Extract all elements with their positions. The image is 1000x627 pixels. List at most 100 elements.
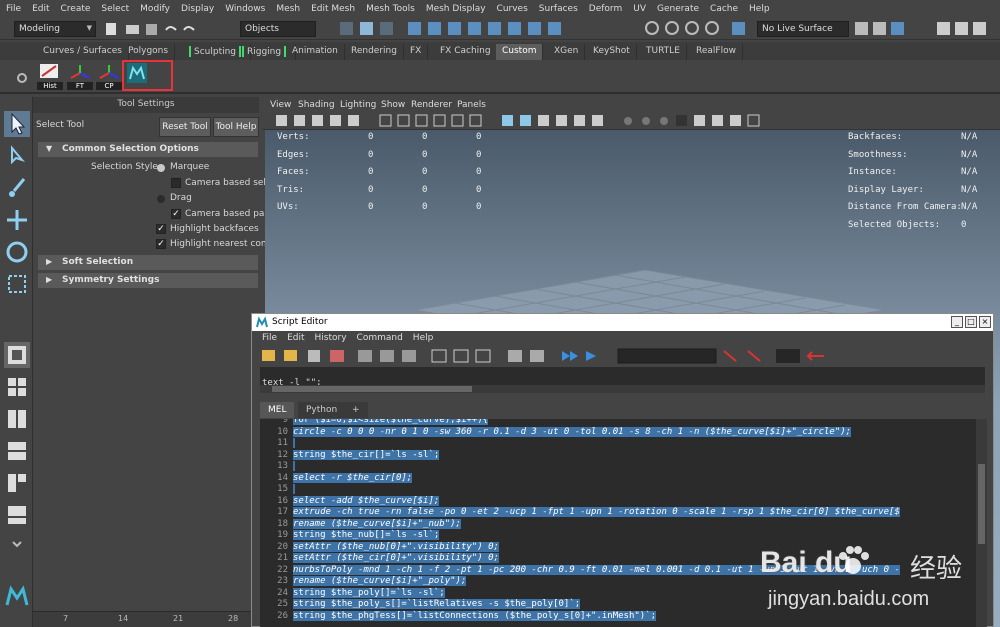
viewport-menu-view[interactable]: View <box>270 100 291 110</box>
script-editor-titlebar[interactable]: Script Editor _ □ × <box>252 314 993 331</box>
depth-of-field-icon[interactable] <box>676 115 687 126</box>
selection-mask-selector[interactable]: Objects <box>240 21 316 37</box>
camera-based-pai-checkbox[interactable]: ✓ <box>171 209 181 219</box>
lock-camera-icon[interactable] <box>294 115 305 126</box>
open-script-icon[interactable] <box>262 350 275 361</box>
live-surface-field[interactable]: No Live Surface <box>757 21 849 37</box>
hypershade-layout-button[interactable] <box>4 502 30 528</box>
viewport-menu-show[interactable]: Show <box>381 100 405 110</box>
render-mask-icon[interactable] <box>488 22 501 35</box>
misc-mask-icon[interactable] <box>508 22 521 35</box>
textured-icon[interactable] <box>556 115 567 126</box>
four-view-layout-button[interactable] <box>4 374 30 400</box>
dynamic-mask-icon[interactable] <box>548 22 561 35</box>
open-scene-icon[interactable] <box>126 25 139 34</box>
menu-item-help[interactable]: Help <box>749 4 770 14</box>
snap-point-icon[interactable] <box>685 21 699 35</box>
code-line[interactable]: 18 rename ($the_curve[$i]+"_nub"); <box>260 518 980 530</box>
highlight-backfaces-checkbox[interactable]: ✓ <box>156 224 166 234</box>
scroll-thumb[interactable] <box>272 386 472 392</box>
vertex-mask-icon[interactable] <box>408 22 421 35</box>
clear-input-icon[interactable] <box>380 350 394 362</box>
shelf-button-hist[interactable]: Hist <box>37 62 63 90</box>
code-line[interactable]: 9 for ($i=0;$i<size($the_curve);$i++){ <box>260 419 980 426</box>
code-line[interactable]: 16 select -add $the_curve[$i]; <box>260 495 980 507</box>
shelf-tab-animation[interactable]: Animation <box>286 44 345 60</box>
isolate-select-icon[interactable] <box>694 115 705 126</box>
motion-blur-icon[interactable] <box>642 117 650 125</box>
ambient-occlusion-icon[interactable] <box>624 117 632 125</box>
scale-tool-button[interactable] <box>4 271 30 297</box>
xray-joints-icon[interactable] <box>730 115 741 126</box>
paint-select-tool-button[interactable] <box>4 175 30 201</box>
grid-icon[interactable] <box>379 114 392 127</box>
menu-item-curves[interactable]: Curves <box>497 4 528 14</box>
viewport-menu-renderer[interactable]: Renderer <box>411 100 452 110</box>
tab-add[interactable]: + <box>344 402 368 418</box>
code-line[interactable]: 10 circle -c 0 0 0 -nr 0 1 0 -sw 360 -r 0… <box>260 426 980 438</box>
film-gate-icon[interactable] <box>397 114 410 127</box>
execute-all-icon[interactable] <box>562 351 578 361</box>
tab-mel[interactable]: MEL <box>260 402 295 418</box>
face-mask-icon[interactable] <box>448 22 461 35</box>
line-numbers-icon[interactable] <box>530 350 544 362</box>
smooth-shade-icon[interactable] <box>520 115 531 126</box>
menu-item-deform[interactable]: Deform <box>589 4 622 14</box>
camera-icon[interactable] <box>276 115 287 126</box>
maximize-icon[interactable]: □ <box>965 316 977 328</box>
shelf-button-cp[interactable]: CP <box>96 62 122 90</box>
viewport-menu-panels[interactable]: Panels <box>457 100 486 110</box>
marquee-radio[interactable] <box>157 164 165 172</box>
ipr-render-icon[interactable] <box>955 22 968 35</box>
select-component-icon[interactable] <box>380 22 393 35</box>
render-settings-icon[interactable] <box>973 22 986 35</box>
image-plane-icon[interactable] <box>330 115 341 126</box>
select-hierarchy-icon[interactable] <box>340 22 353 35</box>
select-tool-button[interactable] <box>4 111 30 137</box>
persp-graph-layout-button[interactable] <box>4 470 30 496</box>
shelf-tab-rendering[interactable]: Rendering <box>345 44 404 60</box>
undo-icon[interactable] <box>165 26 177 31</box>
menu-item-edit-mesh[interactable]: Edit Mesh <box>311 4 355 14</box>
menu-item-display[interactable]: Display <box>181 4 214 14</box>
make-live-icon[interactable] <box>732 22 745 35</box>
menu-item-edit[interactable]: Edit <box>32 4 49 14</box>
bookmark-icon[interactable] <box>312 115 323 126</box>
shelf-tab-fx[interactable]: FX <box>404 44 429 60</box>
shelf-gear-icon[interactable] <box>17 73 27 83</box>
section-common-selection-options[interactable]: ▼ Common Selection Options <box>38 142 258 157</box>
frame-all-icon[interactable] <box>747 114 760 127</box>
shadows-icon[interactable] <box>592 115 603 126</box>
menu-item-cache[interactable]: Cache <box>710 4 738 14</box>
field-chart-icon[interactable] <box>451 114 464 127</box>
script-menu-history[interactable]: History <box>315 333 347 343</box>
shelf-tab-realflow[interactable]: RealFlow <box>690 44 743 60</box>
menu-item-mesh-display[interactable]: Mesh Display <box>426 4 486 14</box>
menu-item-select[interactable]: Select <box>101 4 129 14</box>
clear-history-icon[interactable] <box>358 350 372 362</box>
snap-grid-icon[interactable] <box>645 21 659 35</box>
save-script-icon[interactable] <box>308 350 320 362</box>
show-input-icon[interactable] <box>453 349 469 363</box>
viewport-menu-shading[interactable]: Shading <box>298 100 335 110</box>
save-scene-icon[interactable] <box>146 24 157 35</box>
reset-tool-button[interactable]: Reset Tool <box>159 117 211 137</box>
snap-curve-icon[interactable] <box>665 21 679 35</box>
lasso-tool-button[interactable] <box>4 143 30 169</box>
move-tool-button[interactable] <box>4 207 30 233</box>
drag-radio[interactable] <box>157 195 165 203</box>
search-prev-icon[interactable] <box>723 350 737 362</box>
redo-icon[interactable] <box>183 26 195 31</box>
shelf-tab-custom[interactable]: Custom <box>496 44 544 60</box>
persp-outliner-layout-button[interactable] <box>4 438 30 464</box>
safe-action-icon[interactable] <box>469 114 482 127</box>
code-line[interactable]: 13 <box>260 461 980 472</box>
construction-history-icon[interactable] <box>891 22 904 35</box>
clear-all-icon[interactable] <box>402 350 416 362</box>
menu-item-mesh-tools[interactable]: Mesh Tools <box>366 4 415 14</box>
select-object-icon[interactable] <box>360 22 373 35</box>
code-line[interactable]: 12 string $the_cir[]=`ls -sl`; <box>260 449 980 461</box>
menu-item-surfaces[interactable]: Surfaces <box>539 4 578 14</box>
menu-item-create[interactable]: Create <box>61 4 91 14</box>
history-hscroll[interactable] <box>260 385 985 393</box>
